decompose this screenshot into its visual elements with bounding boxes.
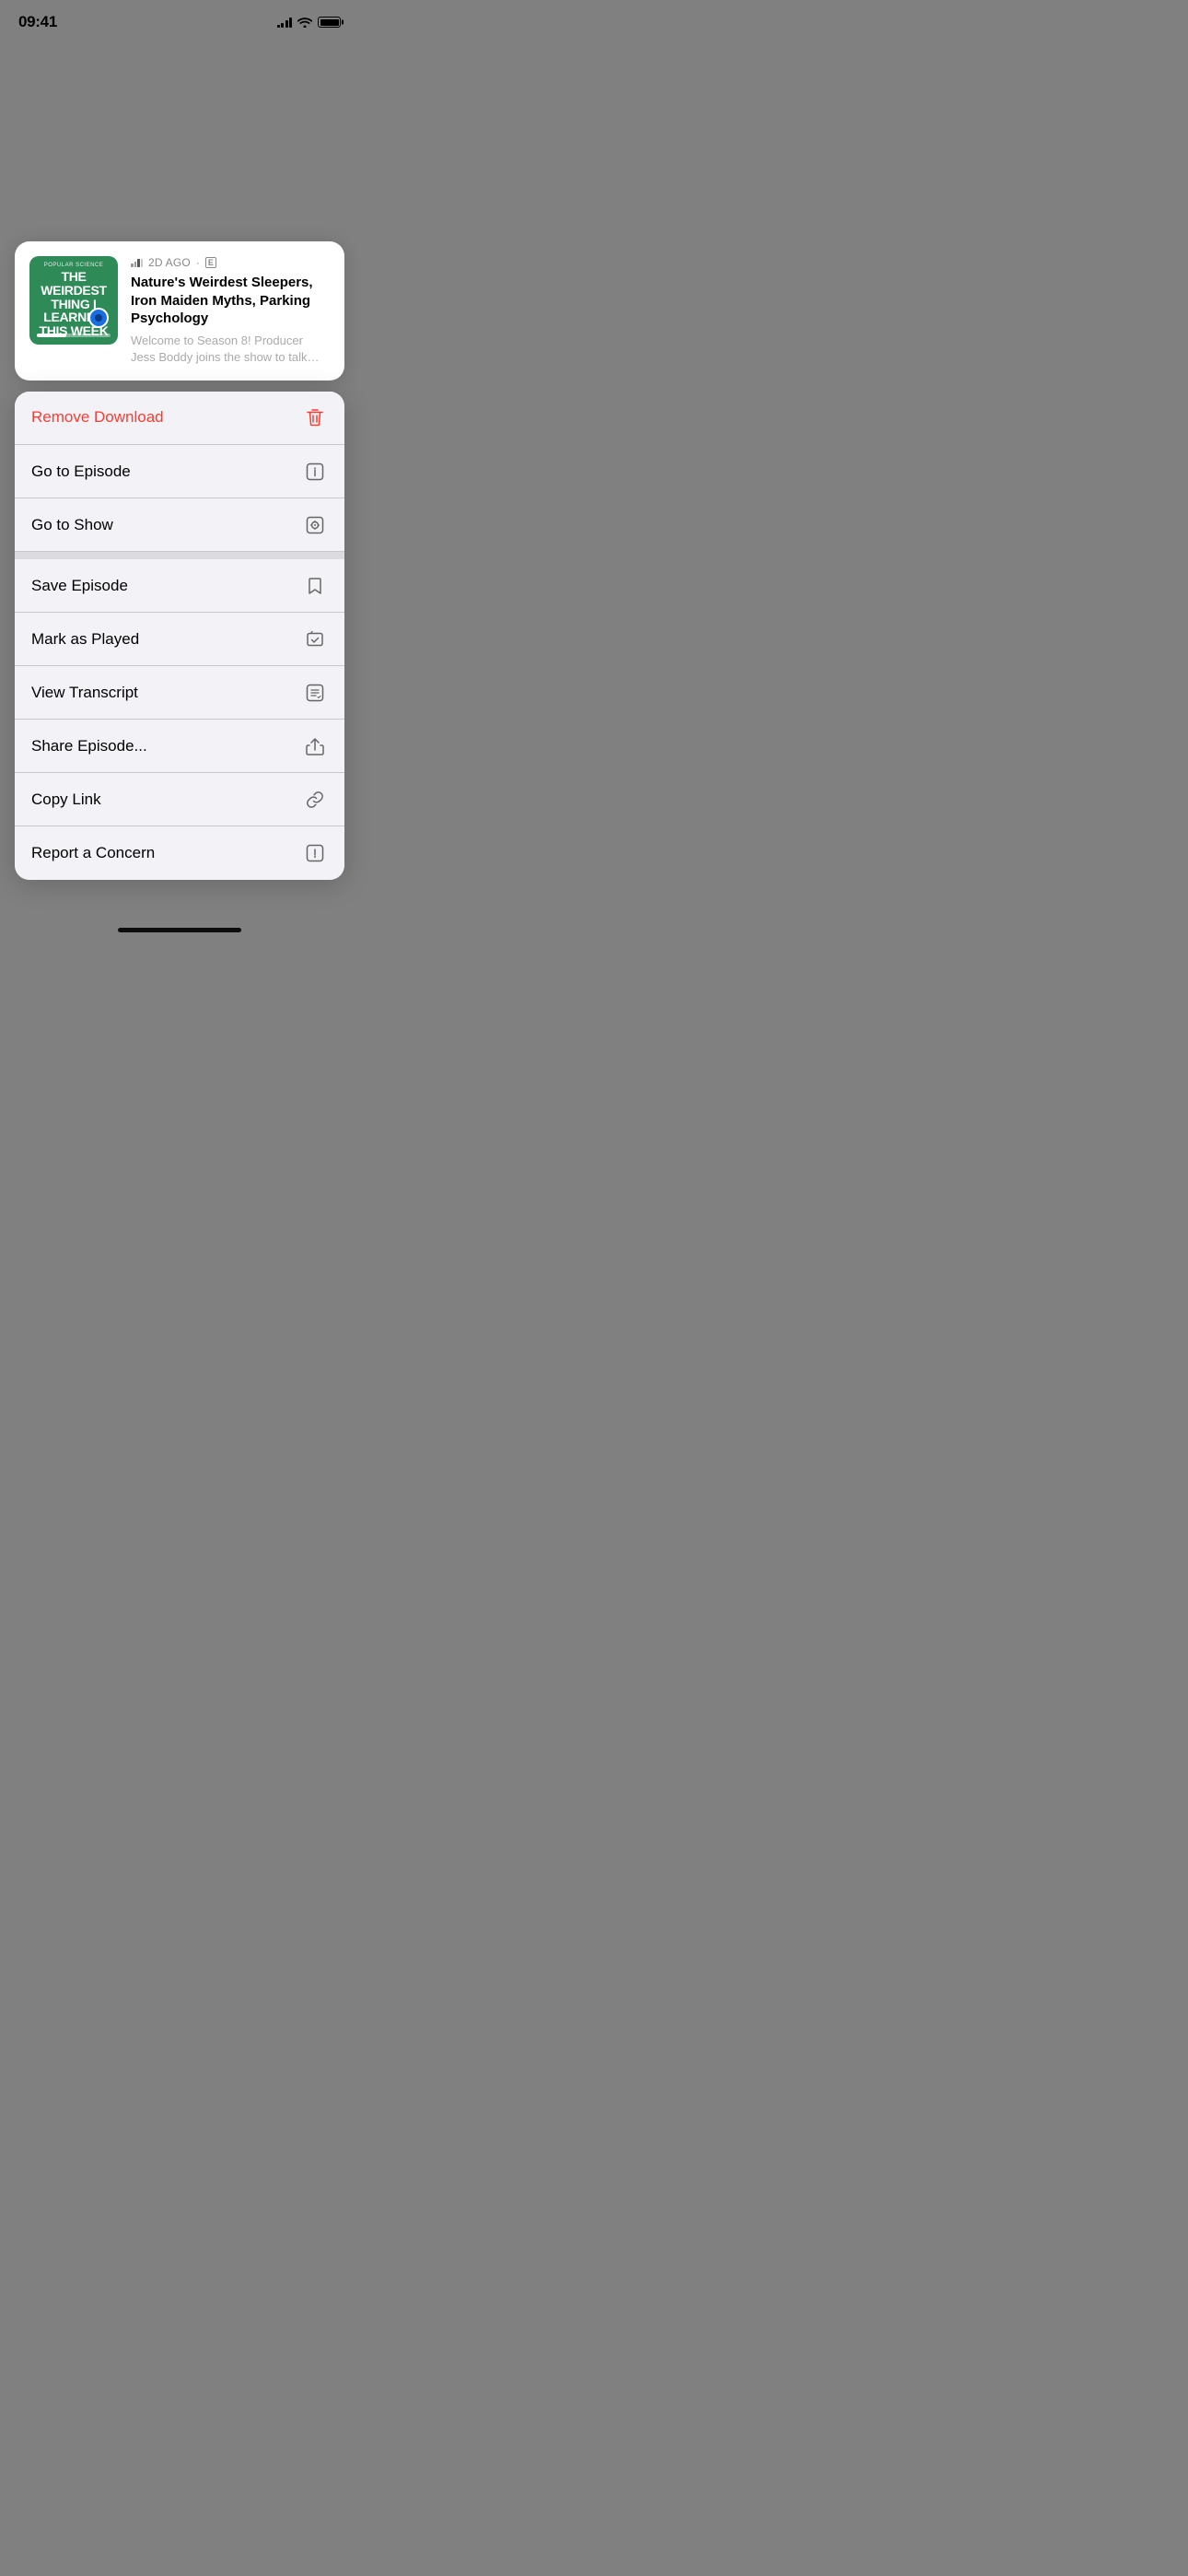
bookmark-icon [302, 573, 328, 599]
home-indicator [0, 917, 359, 940]
menu-item-go-to-show[interactable]: Go to Show [15, 498, 344, 552]
artwork-progress-bar [37, 334, 111, 337]
trash-icon [302, 404, 328, 430]
wifi-icon [297, 17, 312, 28]
transcript-icon [302, 680, 328, 706]
share-icon [302, 733, 328, 759]
status-time: 09:41 [18, 13, 57, 31]
remove-download-label: Remove Download [31, 408, 164, 427]
podcast-icon [302, 512, 328, 538]
status-bar: 09:41 [0, 0, 359, 39]
main-content: POPULAR SCIENCE THEWEIRDESTTHING ILEARNE… [0, 241, 359, 917]
status-icons [277, 17, 342, 28]
share-episode-label: Share Episode... [31, 737, 147, 755]
podcast-card: POPULAR SCIENCE THEWEIRDESTTHING ILEARNE… [15, 241, 344, 381]
episode-description: Welcome to Season 8! Producer Jess Boddy… [131, 333, 330, 366]
episode-age: 2D AGO [148, 256, 191, 269]
meta-signal-icon [131, 258, 143, 267]
info-icon [302, 459, 328, 485]
explicit-badge: E [205, 257, 216, 268]
home-bar [118, 928, 241, 932]
link-icon [302, 787, 328, 813]
menu-item-save-episode[interactable]: Save Episode [15, 559, 344, 613]
artwork-brand-label: POPULAR SCIENCE [44, 263, 104, 268]
copy-link-label: Copy Link [31, 790, 101, 809]
menu-item-go-to-episode[interactable]: Go to Episode [15, 445, 344, 498]
signal-icon [277, 17, 293, 28]
menu-item-copy-link[interactable]: Copy Link [15, 773, 344, 826]
battery-icon [318, 17, 341, 28]
go-to-episode-label: Go to Episode [31, 463, 131, 481]
episode-title: Nature's Weirdest Sleepers, Iron Maiden … [131, 274, 330, 328]
artwork-eye-decoration [88, 308, 109, 328]
save-episode-label: Save Episode [31, 577, 128, 595]
menu-item-report-concern[interactable]: Report a Concern [15, 826, 344, 880]
menu-item-view-transcript[interactable]: View Transcript [15, 666, 344, 720]
report-concern-label: Report a Concern [31, 844, 155, 862]
podcast-info: 2D AGO · E Nature's Weirdest Sleepers, I… [131, 256, 330, 366]
context-menu: Remove Download Go to Episode Go to S [15, 392, 344, 881]
menu-item-mark-as-played[interactable]: Mark as Played [15, 613, 344, 666]
checkmark-screen-icon [302, 626, 328, 652]
menu-item-remove-download[interactable]: Remove Download [15, 392, 344, 445]
podcast-meta: 2D AGO · E [131, 256, 330, 269]
go-to-show-label: Go to Show [31, 516, 113, 534]
mark-as-played-label: Mark as Played [31, 630, 139, 649]
section-divider-2 [15, 552, 344, 559]
exclamation-icon [302, 840, 328, 866]
view-transcript-label: View Transcript [31, 684, 138, 702]
podcast-artwork: POPULAR SCIENCE THEWEIRDESTTHING ILEARNE… [29, 256, 118, 345]
menu-item-share-episode[interactable]: Share Episode... [15, 720, 344, 773]
